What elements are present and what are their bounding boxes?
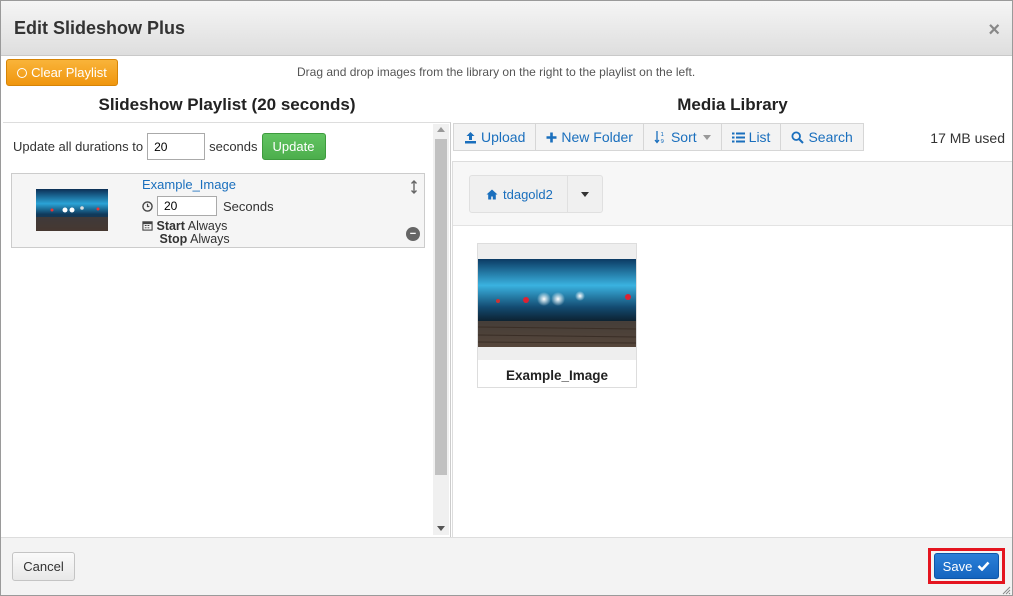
library-content: tdagold2 Example_Image [452,161,1012,537]
playlist-scrollbar[interactable] [433,124,449,535]
remove-item-icon[interactable]: − [406,227,420,241]
stop-label: Stop [159,232,188,246]
library-panel: Upload New Folder 1 9 Sort List Search 1… [451,122,1012,537]
library-toolbar: Upload New Folder 1 9 Sort List Search [453,123,864,151]
cancel-button[interactable]: Cancel [12,552,75,581]
update-duration-input[interactable] [147,133,206,160]
svg-text:1: 1 [660,132,664,138]
clock-icon [142,200,153,212]
duration-row: Seconds [142,196,274,216]
list-label: List [748,129,771,145]
stop-value: Always [190,232,230,246]
duration-unit-label: Seconds [223,198,274,214]
folder-dropdown-toggle[interactable] [566,176,602,212]
dialog-footer: Cancel Save [1,537,1012,595]
save-label: Save [942,558,973,574]
plus-icon [546,132,557,142]
svg-text:9: 9 [660,139,664,144]
upload-button[interactable]: Upload [453,123,537,151]
sort-icon: 1 9 [654,131,664,144]
reorder-arrows-icon[interactable] [410,180,418,194]
save-button[interactable]: Save [934,553,999,579]
playlist-item-thumbnail [36,189,108,231]
playlist-panel: Update all durations to seconds Update [3,122,451,537]
start-label: Start [156,219,185,233]
folder-dropdown[interactable]: tdagold2 [469,175,603,213]
clear-playlist-button[interactable]: Clear Playlist [6,59,118,86]
playlist-item-name[interactable]: Example_Image [142,177,236,192]
breadcrumb-folder-label: tdagold2 [503,186,553,202]
close-icon[interactable]: × [988,20,1000,40]
breadcrumb: tdagold2 [453,162,1012,226]
scroll-down-icon[interactable] [437,526,445,531]
list-button[interactable]: List [721,123,782,151]
search-icon [791,130,805,144]
new-folder-label: New Folder [561,129,633,145]
search-button[interactable]: Search [781,123,864,151]
dialog-title: Edit Slideshow Plus [14,18,186,38]
clear-playlist-label: Clear Playlist [31,65,107,80]
drag-drop-hint: Drag and drop images from the library on… [297,65,696,79]
scroll-up-icon[interactable] [437,127,445,132]
playlist-heading: Slideshow Playlist (20 seconds) [98,95,356,114]
playlist-item[interactable]: Example_Image Seconds Start Always Stop … [11,173,425,248]
scroll-thumb[interactable] [435,139,447,475]
update-durations-row: Update all durations to seconds Update [13,133,326,160]
update-suffix-label: seconds [209,139,258,154]
update-prefix-label: Update all durations to [13,139,144,154]
sort-button[interactable]: 1 9 Sort [643,123,722,151]
media-item-name: Example_Image [505,368,609,383]
breadcrumb-home[interactable]: tdagold2 [470,176,567,212]
calendar-icon [142,221,153,231]
sort-label: Sort [670,129,697,145]
sort-caret-icon [702,134,711,140]
dialog-titlebar: Edit Slideshow Plus × [1,1,1012,56]
upload-icon [465,131,476,143]
item-duration-input[interactable] [157,196,217,216]
chevron-down-icon [580,191,589,197]
media-item[interactable]: Example_Image [477,243,637,388]
media-thumbnail-frame [478,244,636,360]
storage-usage: 17 MB used [930,130,1005,146]
search-label: Search [808,129,853,145]
home-icon [486,189,498,199]
new-folder-button[interactable]: New Folder [536,123,644,151]
circle-icon [17,67,28,78]
resize-grip-icon[interactable] [1001,585,1011,595]
list-icon [731,132,745,142]
upload-label: Upload [481,129,526,145]
checkmark-icon [977,561,990,571]
edit-slideshow-dialog: Edit Slideshow Plus × Clear Playlist Dra… [0,0,1013,596]
start-value: Always [187,219,228,233]
update-button[interactable]: Update [261,133,326,160]
library-heading: Media Library [677,95,788,114]
schedule-info: Start Always Stop Always [142,220,230,246]
media-thumbnail [478,259,636,347]
